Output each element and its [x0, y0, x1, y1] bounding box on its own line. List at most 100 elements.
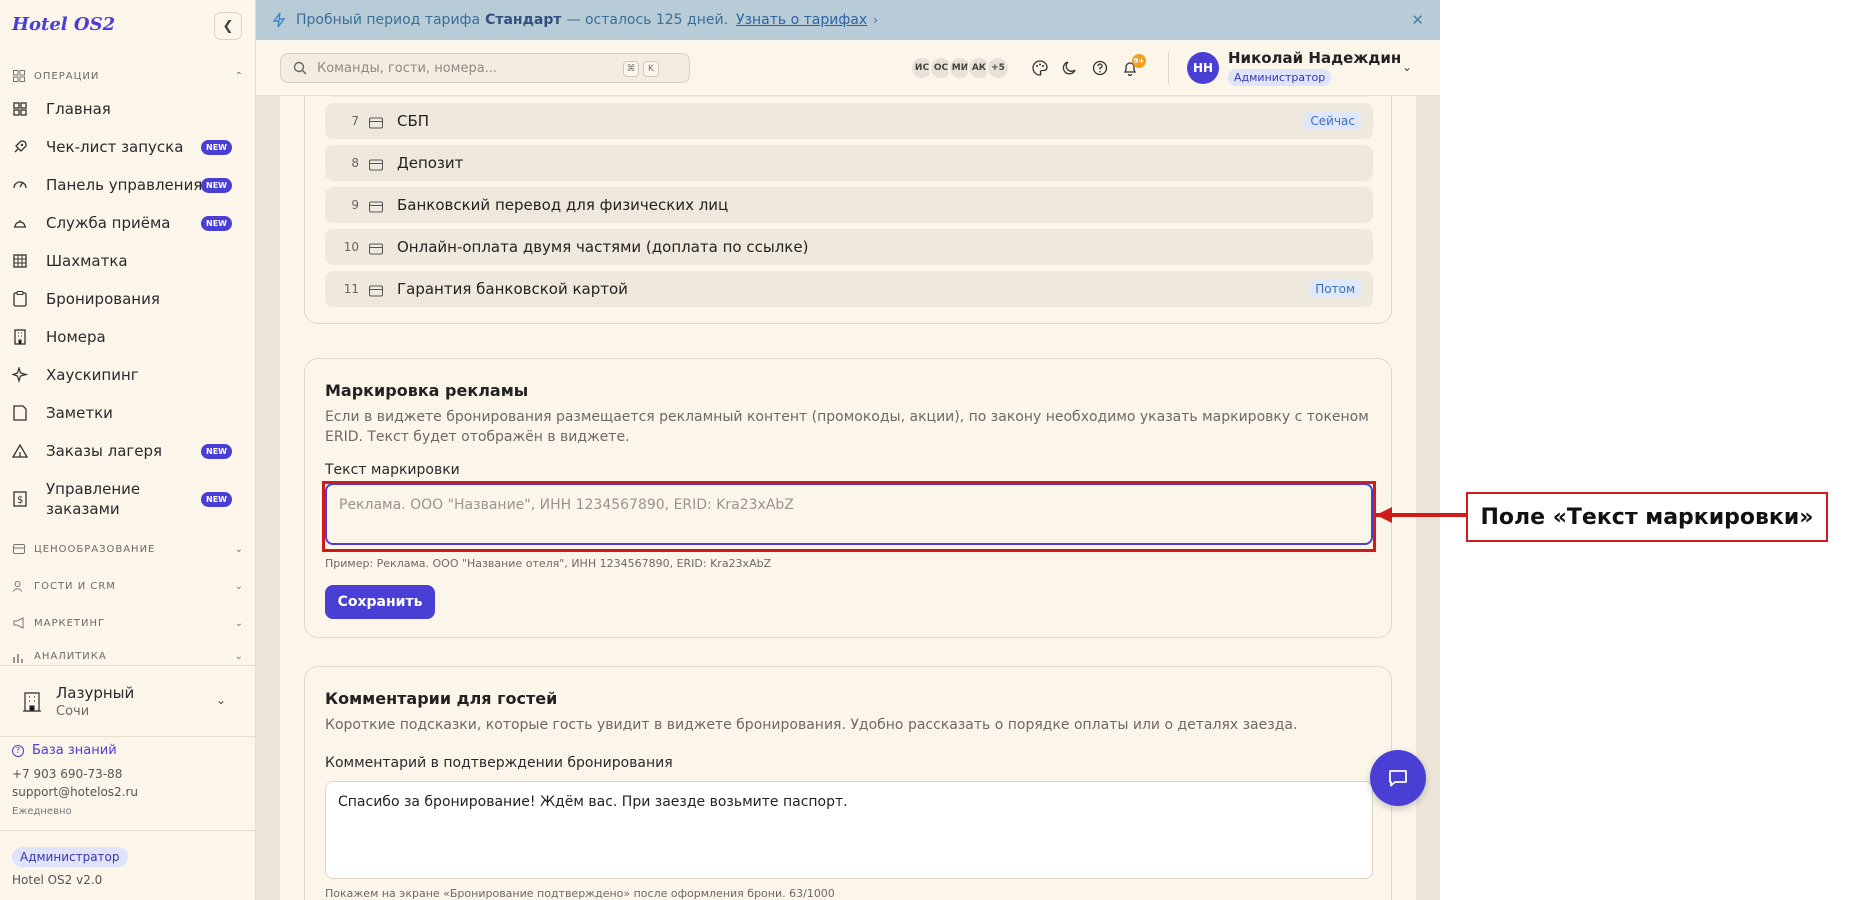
card-icon	[369, 241, 383, 255]
divider	[0, 830, 256, 831]
command-search[interactable]: Команды, гости, номера... ⌘ K	[280, 53, 690, 83]
status-badge: Потом	[1309, 280, 1361, 298]
support-phone[interactable]: +7 903 690-73-88	[12, 767, 122, 781]
list-item[interactable]	[325, 96, 1373, 97]
save-button[interactable]: Сохранить	[325, 585, 435, 619]
sidebar-item-label: Заказы лагеря	[46, 442, 163, 460]
app-window: Hotel OS2 ❮ ОПЕРАЦИИ ⌃ Главная Чек-лист …	[0, 0, 1440, 900]
bell-desk-icon	[12, 215, 28, 231]
tent-icon	[12, 443, 28, 459]
row-number: 7	[351, 114, 359, 128]
confirmation-comment-textarea[interactable]: Спасибо за бронирование! Ждём вас. При з…	[325, 781, 1373, 879]
field-hint: Пример: Реклама. ООО "Название отеля", И…	[325, 557, 772, 570]
moon-icon	[1062, 61, 1076, 75]
notifications-button[interactable]: 9+	[1116, 54, 1146, 82]
sidebar-item-notes[interactable]: Заметки	[12, 396, 244, 430]
sparkle-icon	[12, 367, 28, 383]
gauge-icon	[12, 177, 28, 193]
sidebar-item-chessboard[interactable]: Шахматка	[12, 244, 244, 278]
receipt-icon: $	[12, 491, 28, 507]
palette-icon	[1032, 60, 1048, 76]
help-button[interactable]	[1086, 54, 1114, 82]
payment-method-label: СБП	[397, 112, 430, 130]
sidebar-item-camp-orders[interactable]: Заказы лагеря NEW	[12, 434, 244, 468]
annotation-arrow-head	[1376, 507, 1392, 523]
payment-method-row[interactable]: 11 Гарантия банковской картой Потом	[325, 271, 1373, 307]
sidebar-item-label: Главная	[46, 100, 111, 118]
theme-toggle-button[interactable]	[1056, 54, 1084, 82]
card-title: Комментарии для гостей	[325, 689, 558, 708]
chevron-down-icon: ⌄	[234, 543, 244, 555]
knowledge-base-link[interactable]: ? База знаний	[12, 743, 117, 758]
section-analytics[interactable]: АНАЛИТИКА ⌄	[12, 651, 244, 663]
app-logo[interactable]: Hotel OS2	[12, 14, 115, 35]
status-badge: Сейчас	[1304, 112, 1361, 130]
new-badge: NEW	[201, 177, 232, 193]
user-avatar[interactable]: НН	[1187, 52, 1219, 84]
grid-icon	[12, 101, 28, 117]
sidebar-item-housekeeping[interactable]: Хаускипинг	[12, 358, 244, 392]
section-marketing[interactable]: МАРКЕТИНГ ⌄	[12, 614, 244, 632]
wallet-icon	[12, 542, 26, 556]
chevron-down-icon[interactable]: ⌄	[1402, 60, 1412, 74]
sidebar-item-label: Хаускипинг	[46, 366, 139, 384]
search-input[interactable]: Команды, гости, номера...	[317, 61, 497, 76]
annotation-highlight-box	[322, 481, 1376, 552]
card-icon	[369, 115, 383, 129]
sidebar-item-label: Заметки	[46, 404, 113, 422]
notification-count: 9+	[1132, 54, 1146, 68]
top-header: Команды, гости, номера... ⌘ K ИС ОС МИ А…	[256, 40, 1440, 96]
support-email[interactable]: support@hotelos2.ru	[12, 785, 138, 799]
collapse-sidebar-button[interactable]: ❮	[214, 12, 242, 40]
payment-method-row[interactable]: 8 Депозит	[325, 145, 1373, 181]
payment-method-row[interactable]: 7 СБП Сейчас	[325, 103, 1373, 139]
sidebar-item-label: Бронирования	[46, 290, 160, 308]
annotation-callout: Поле «Текст маркировки»	[1466, 492, 1828, 542]
lightning-icon	[272, 12, 286, 28]
payment-method-row[interactable]: 10 Онлайн-оплата двумя частями (доплата …	[325, 229, 1373, 265]
hotel-switcher[interactable]: Лазурный Сочи ⌄	[0, 665, 256, 737]
card-title: Маркировка рекламы	[325, 381, 529, 400]
clipboard-icon	[12, 291, 28, 307]
online-users[interactable]: ИС ОС МИ АК +5	[910, 56, 1010, 80]
chevron-down-icon: ⌄	[216, 693, 227, 707]
grid-icon	[12, 69, 26, 83]
pricing-link[interactable]: Узнать о тарифах	[736, 12, 867, 28]
section-guests-crm[interactable]: ГОСТИ И CRM ⌄	[12, 577, 244, 595]
sidebar-item-dashboard[interactable]: Панель управления NEW	[12, 168, 244, 202]
hotel-city: Сочи	[56, 704, 90, 719]
chat-button[interactable]	[1370, 750, 1426, 806]
table-icon	[12, 253, 28, 269]
banner-text: Пробный период тарифа	[296, 12, 481, 28]
close-icon[interactable]: ✕	[1411, 11, 1424, 29]
avatar-more: +5	[986, 56, 1010, 80]
palette-button[interactable]	[1026, 54, 1054, 82]
section-operations[interactable]: ОПЕРАЦИИ ⌃	[12, 67, 244, 85]
user-name[interactable]: Николай Надеждин	[1228, 49, 1401, 67]
sidebar-item-bookings[interactable]: Бронирования	[12, 282, 244, 316]
sidebar-item-launch-checklist[interactable]: Чек-лист запуска NEW	[12, 130, 244, 164]
payment-methods-card: 7 СБП Сейчас 8 Депозит 9 Банковский пере…	[304, 96, 1392, 324]
card-icon	[369, 199, 383, 213]
sidebar-item-rooms[interactable]: Номера	[12, 320, 244, 354]
section-pricing[interactable]: ЦЕНООБРАЗОВАНИЕ ⌄	[12, 540, 244, 558]
support-schedule: Ежедневно	[12, 806, 72, 817]
guest-comments-card: Комментарии для гостей Короткие подсказк…	[304, 666, 1392, 900]
note-icon	[12, 405, 28, 421]
sidebar-item-home[interactable]: Главная	[12, 92, 244, 126]
payment-method-label: Депозит	[397, 154, 464, 172]
payment-method-label: Банковский перевод для физических лиц	[397, 196, 729, 214]
card-icon	[369, 283, 383, 297]
chevron-down-icon: ⌄	[234, 651, 244, 662]
sidebar: Hotel OS2 ❮ ОПЕРАЦИИ ⌃ Главная Чек-лист …	[0, 0, 256, 900]
payment-method-row[interactable]: 9 Банковский перевод для физических лиц	[325, 187, 1373, 223]
trial-banner: Пробный период тарифа Стандарт — осталос…	[256, 0, 1440, 40]
sidebar-item-order-management[interactable]: $ Управление заказами NEW	[12, 478, 244, 520]
help-circle-icon: ?	[12, 744, 24, 757]
chevron-right-icon: ›	[873, 13, 878, 27]
building-icon	[12, 329, 28, 345]
new-badge: NEW	[201, 215, 232, 231]
sidebar-item-front-desk[interactable]: Служба приёма NEW	[12, 206, 244, 240]
user-role-badge: Администратор	[1228, 69, 1332, 86]
new-badge: NEW	[201, 491, 232, 507]
